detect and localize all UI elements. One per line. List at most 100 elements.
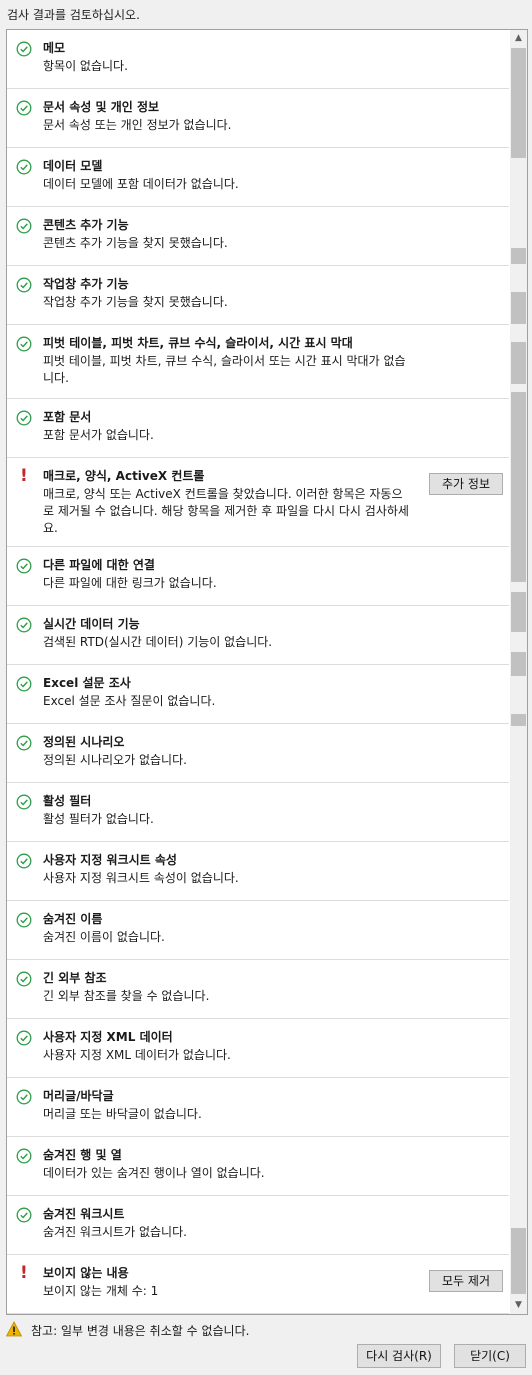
warning-triangle-icon — [6, 1321, 22, 1337]
result-item-description: 활성 필터가 없습니다. — [43, 812, 154, 826]
result-item-description: 사용자 지정 XML 데이터가 없습니다. — [43, 1048, 231, 1062]
result-item: ! 보이지 않는 내용보이지 않는 개체 수: 1 모두 제거 — [7, 1255, 509, 1314]
scrollbar-thumb[interactable] — [511, 652, 526, 676]
check-circle-icon — [16, 159, 32, 175]
result-item-title: Excel 설문 조사 — [43, 676, 131, 690]
check-circle-icon — [16, 1089, 32, 1105]
result-item-title: 활성 필터 — [43, 794, 92, 808]
result-item: 문서 속성 및 개인 정보문서 속성 또는 개인 정보가 없습니다. — [7, 89, 509, 148]
check-circle-icon — [16, 1148, 32, 1164]
result-item-title: 다른 파일에 대한 연결 — [43, 558, 155, 572]
result-item: ! 매크로, 양식, ActiveX 컨트롤매크로, 양식 또는 ActiveX … — [7, 458, 509, 547]
result-item: 사용자 지정 XML 데이터사용자 지정 XML 데이터가 없습니다. — [7, 1019, 509, 1078]
vertical-scrollbar[interactable]: ▲ ▼ — [510, 30, 527, 1314]
result-item-description: 머리글 또는 바닥글이 없습니다. — [43, 1107, 202, 1121]
result-item-description: 작업창 추가 기능을 찾지 못했습니다. — [43, 295, 228, 309]
result-item-description: 데이터가 있는 숨겨진 행이나 열이 없습니다. — [43, 1166, 265, 1180]
result-item: 포함 문서포함 문서가 없습니다. — [7, 399, 509, 458]
result-item-description: 포함 문서가 없습니다. — [43, 428, 154, 442]
result-item-title: 콘텐츠 추가 기능 — [43, 218, 129, 232]
check-circle-icon — [16, 853, 32, 869]
result-item-title: 사용자 지정 XML 데이터 — [43, 1030, 173, 1044]
result-item-description: 다른 파일에 대한 링크가 없습니다. — [43, 576, 217, 590]
result-item-description: 검색된 RTD(실시간 데이터) 기능이 없습니다. — [43, 635, 273, 649]
result-item-title: 포함 문서 — [43, 410, 92, 424]
result-item-title: 작업창 추가 기능 — [43, 277, 129, 291]
result-item-description: 문서 속성 또는 개인 정보가 없습니다. — [43, 118, 232, 132]
result-item: 정의된 시나리오정의된 시나리오가 없습니다. — [7, 724, 509, 783]
scrollbar-thumb[interactable] — [511, 592, 526, 632]
footer-note-text: 참고: 일부 변경 내용은 취소할 수 없습니다. — [31, 1324, 250, 1338]
exclamation-icon: ! — [20, 466, 28, 486]
check-circle-icon — [16, 410, 32, 426]
check-circle-icon — [16, 971, 32, 987]
result-item: 다른 파일에 대한 연결다른 파일에 대한 링크가 없습니다. — [7, 547, 509, 606]
result-item-description: 긴 외부 참조를 찾을 수 없습니다. — [43, 989, 210, 1003]
result-item: 콘텐츠 추가 기능콘텐츠 추가 기능을 찾지 못했습니다. — [7, 207, 509, 266]
result-item-description: Excel 설문 조사 질문이 없습니다. — [43, 694, 216, 708]
result-item-title: 보이지 않는 내용 — [43, 1266, 129, 1280]
scroll-up-arrow-icon[interactable]: ▲ — [510, 30, 527, 47]
scrollbar-thumb[interactable] — [511, 292, 526, 324]
scrollbar-thumb[interactable] — [511, 1228, 526, 1294]
result-item: 실시간 데이터 기능검색된 RTD(실시간 데이터) 기능이 없습니다. — [7, 606, 509, 665]
result-item-description: 매크로, 양식 또는 ActiveX 컨트롤을 찾았습니다. 이러한 항목은 자… — [43, 487, 409, 535]
result-item-title: 피벗 테이블, 피벗 차트, 큐브 수식, 슬라이서, 시간 표시 막대 — [43, 336, 353, 350]
check-circle-icon — [16, 617, 32, 633]
inspection-results-list[interactable]: 메모 항목이 없습니다. 문서 속성 및 개인 정보 문서 속성 또는 개인 정보가 … — [6, 29, 528, 1315]
result-item: 긴 외부 참조긴 외부 참조를 찾을 수 없습니다. — [7, 960, 509, 1019]
exclamation-icon: ! — [20, 1263, 28, 1283]
result-item: 숨겨진 이름숨겨진 이름이 없습니다. — [7, 901, 509, 960]
result-item-title: 메모 — [43, 41, 66, 55]
result-item: 사용자 지정 워크시트 속성 사용자 지정 워크시트 속성이 없습니다. — [7, 842, 509, 901]
result-item: 작업창 추가 기능작업창 추가 기능을 찾지 못했습니다. — [7, 266, 509, 325]
check-circle-icon — [16, 558, 32, 574]
check-circle-icon — [16, 1207, 32, 1223]
result-item: Excel 설문 조사 Excel 설문 조사 질문이 없습니다. — [7, 665, 509, 724]
review-header: 검사 결과를 검토하십시오. — [7, 8, 140, 22]
result-item-description: 보이지 않는 개체 수: 1 — [43, 1284, 159, 1298]
result-item-description: 피벗 테이블, 피벗 차트, 큐브 수식, 슬라이서 또는 시간 표시 막대가 … — [43, 354, 406, 385]
result-item-description: 데이터 모델에 포함 데이터가 없습니다. — [43, 177, 239, 191]
check-circle-icon — [16, 676, 32, 692]
check-circle-icon — [16, 218, 32, 234]
scroll-down-arrow-icon[interactable]: ▼ — [510, 1297, 527, 1314]
result-item-title: 숨겨진 이름 — [43, 912, 103, 926]
result-item-title: 매크로, 양식, ActiveX 컨트롤 — [43, 469, 205, 483]
scrollbar-thumb[interactable] — [511, 248, 526, 264]
result-item-title: 실시간 데이터 기능 — [43, 617, 140, 631]
result-item-title: 머리글/바닥글 — [43, 1089, 114, 1103]
check-circle-icon — [16, 41, 32, 57]
result-item-title: 사용자 지정 워크시트 속성 — [43, 853, 177, 867]
result-item: 활성 필터활성 필터가 없습니다. — [7, 783, 509, 842]
scrollbar-thumb[interactable] — [511, 48, 526, 158]
check-circle-icon — [16, 794, 32, 810]
result-item: 숨겨진 행 및 열데이터가 있는 숨겨진 행이나 열이 없습니다. — [7, 1137, 509, 1196]
check-circle-icon — [16, 1030, 32, 1046]
check-circle-icon — [16, 100, 32, 116]
more-info-button[interactable]: 추가 정보 — [429, 473, 503, 495]
reinspect-button[interactable]: 다시 검사(R) — [357, 1344, 441, 1368]
check-circle-icon — [16, 336, 32, 352]
result-item-description: 항목이 없습니다. — [43, 59, 128, 73]
result-item-description: 콘텐츠 추가 기능을 찾지 못했습니다. — [43, 236, 228, 250]
remove-all-button[interactable]: 모두 제거 — [429, 1270, 503, 1292]
result-item-description: 정의된 시나리오가 없습니다. — [43, 753, 187, 767]
close-button[interactable]: 닫기(C) — [454, 1344, 526, 1368]
check-circle-icon — [16, 912, 32, 928]
result-item-title: 긴 외부 참조 — [43, 971, 107, 985]
scrollbar-thumb[interactable] — [511, 392, 526, 582]
result-item-title: 문서 속성 및 개인 정보 — [43, 100, 160, 114]
result-item: 숨겨진 워크시트숨겨진 워크시트가 없습니다. — [7, 1196, 509, 1255]
result-item: 피벗 테이블, 피벗 차트, 큐브 수식, 슬라이서, 시간 표시 막대피벗 테… — [7, 325, 509, 399]
result-item-title: 데이터 모델 — [43, 159, 103, 173]
check-circle-icon — [16, 735, 32, 751]
scrollbar-thumb[interactable] — [511, 714, 526, 726]
result-item: 메모항목이 없습니다. — [7, 30, 509, 89]
result-item-title: 숨겨진 행 및 열 — [43, 1148, 122, 1162]
scrollbar-thumb[interactable] — [511, 342, 526, 384]
result-item-title: 숨겨진 워크시트 — [43, 1207, 125, 1221]
result-item-description: 숨겨진 워크시트가 없습니다. — [43, 1225, 187, 1239]
result-item-description: 숨겨진 이름이 없습니다. — [43, 930, 165, 944]
result-item-title: 정의된 시나리오 — [43, 735, 125, 749]
